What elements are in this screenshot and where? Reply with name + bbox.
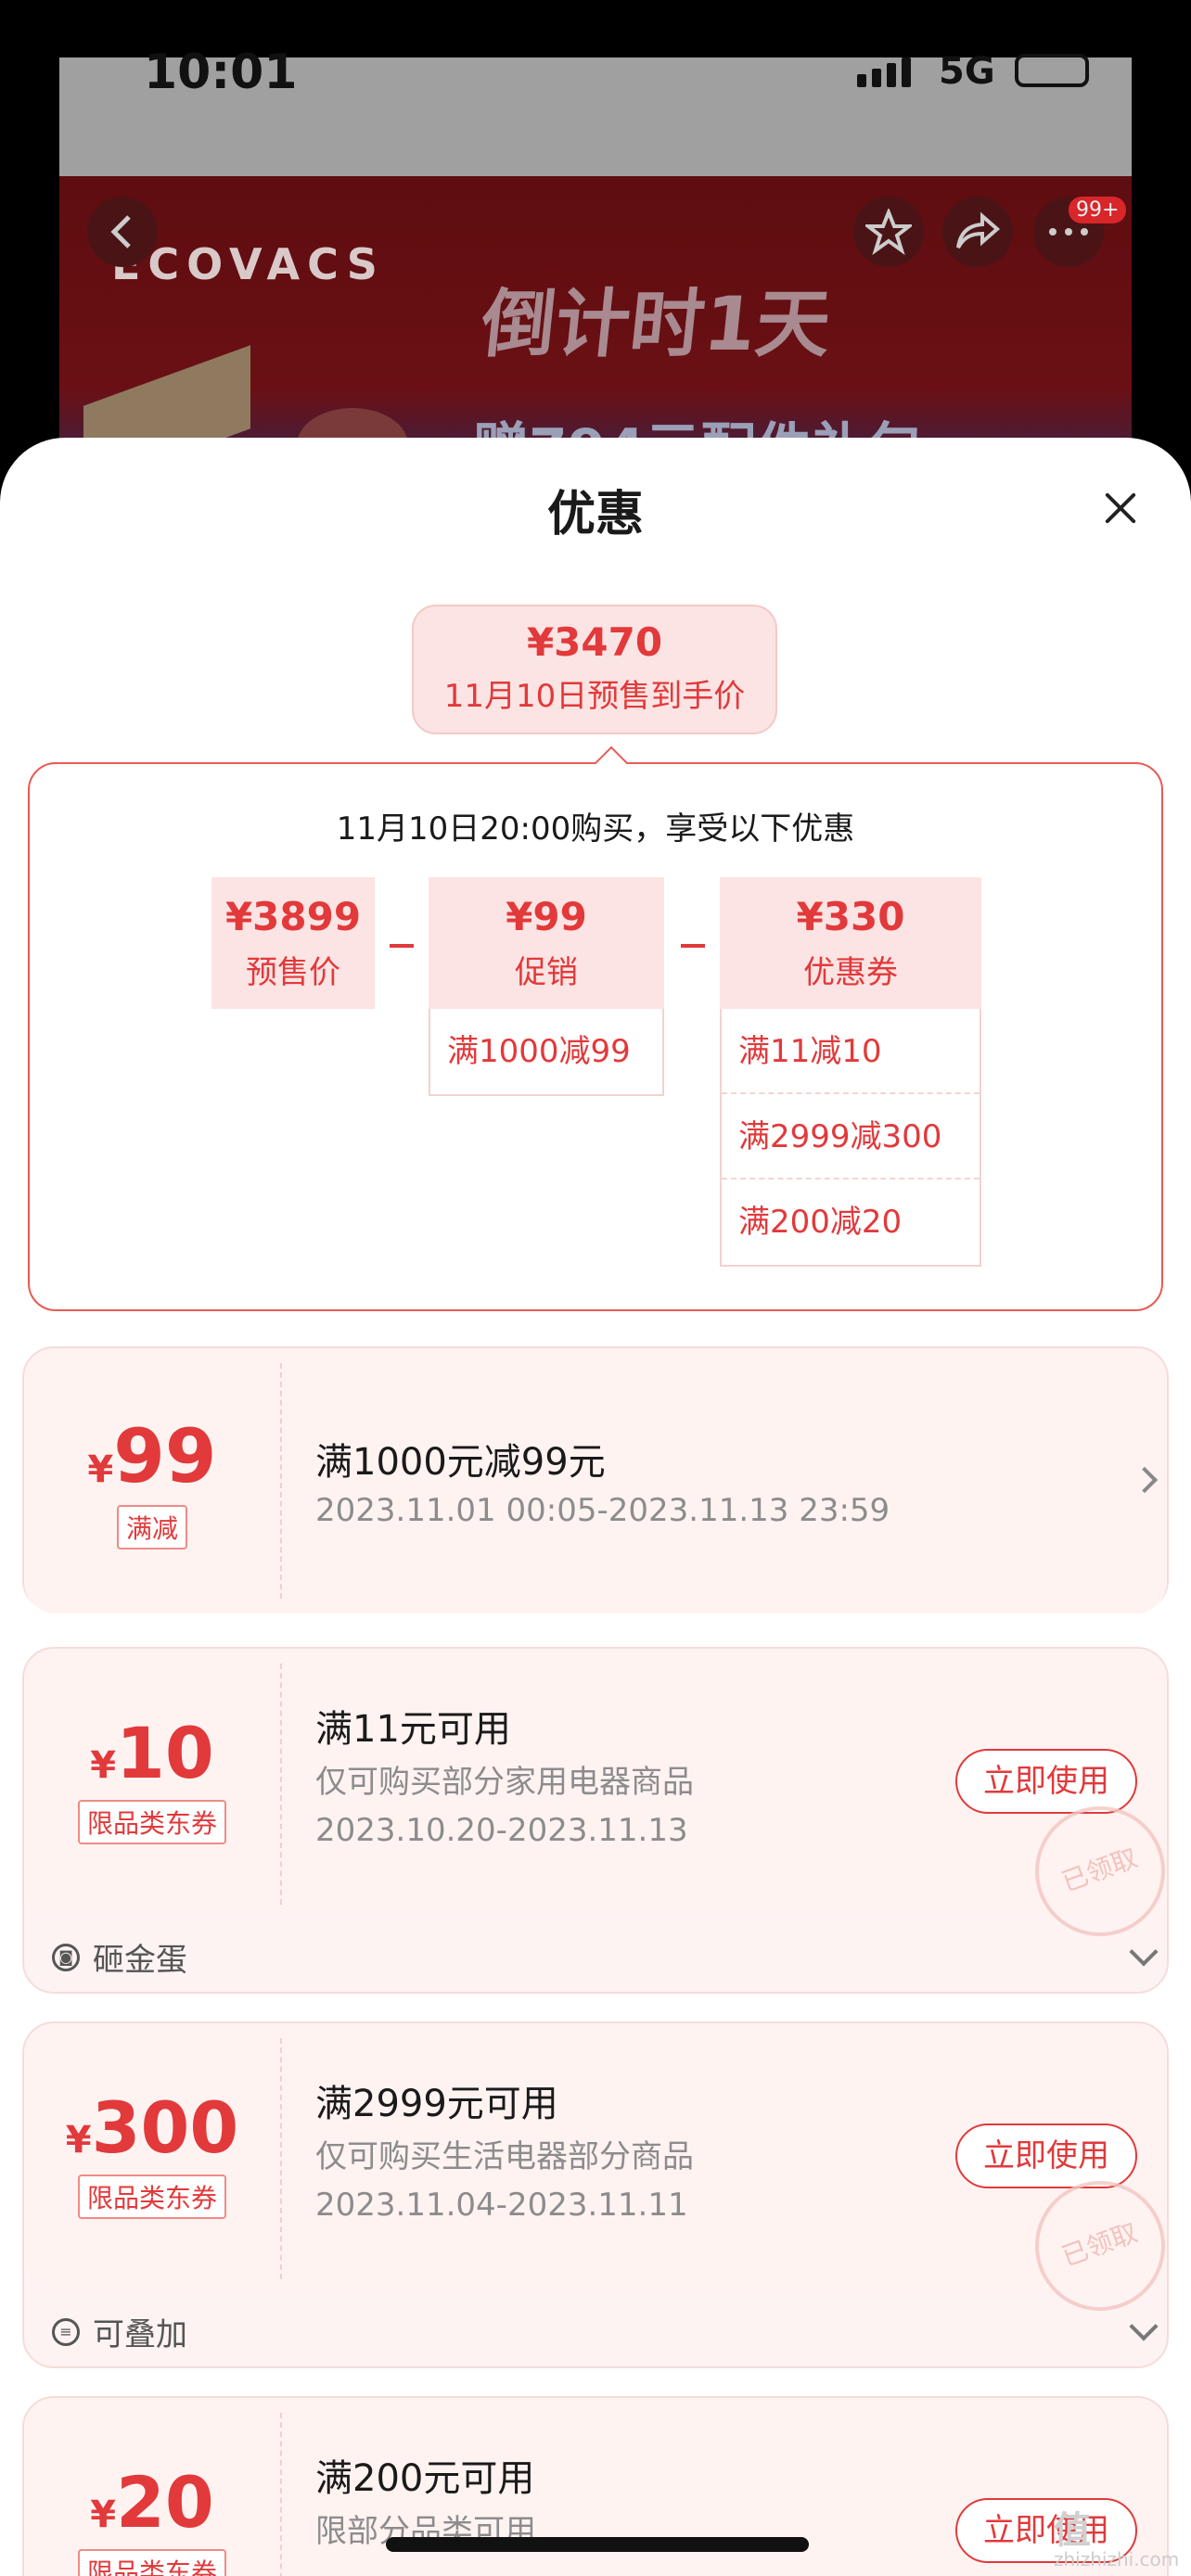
breakdown-headline: 11月10日20:00购买，享受以下优惠 [336,810,855,848]
back-button[interactable] [87,197,158,267]
coupon-detail: 满2999减300 [722,1094,980,1180]
coupon-amount: 20 [116,2461,214,2544]
coupon-footer-label: 可叠加 [93,2316,187,2353]
star-icon [865,209,912,255]
final-price: ¥3470 [526,619,663,665]
coupon-value: ¥10 限品类东券 [24,1712,280,1844]
promo-detail: 满1000减99 [447,1033,631,1070]
coupon-title: 满2999元可用 [315,2083,558,2125]
more-icon [1049,228,1088,236]
coupon-label: 优惠券 [803,954,898,991]
coupon-period: 2023.10.20-2023.11.13 [315,1812,688,1849]
coupon-tag: 限品类东券 [77,2549,226,2576]
presale-amount: ¥3899 [224,894,362,939]
card-divider [280,2413,282,2576]
currency-symbol: ¥ [65,2119,92,2162]
signal-icon [857,57,911,87]
stack-icon: ≡ [52,2317,80,2346]
card-divider [280,1664,282,1905]
share-button[interactable] [942,197,1013,267]
minus-sign [681,944,705,948]
coupon-cell: ¥330 优惠券 [720,877,981,1009]
battery-icon [1015,54,1089,87]
coupon-footer[interactable]: ≡ 可叠加 [52,2309,187,2354]
coupon-tag: 限品类东券 [77,1800,226,1844]
card-divider [280,2038,282,2279]
coupon-scope: 仅可购买部分家用电器商品 [315,1764,694,1801]
card-divider [280,1363,282,1599]
coupon-amount: 10 [116,1712,214,1794]
breakdown-notch [594,746,629,781]
currency-symbol: ¥ [90,1744,117,1787]
use-now-button[interactable]: 立即使用 [955,1749,1137,1814]
currency-symbol: ¥ [90,2493,117,2536]
presale-label: 预售价 [246,954,340,991]
network-label: 5G [939,50,995,93]
promo-card[interactable]: ¥99 满减 满1000元减99元 2023.11.01 00:05-2023.… [22,1346,1169,1613]
watermark-url: zhizhizhi.com [1054,2548,1180,2570]
home-indicator[interactable] [386,2537,809,2552]
final-price-label: 11月10日预售到手价 [443,678,746,715]
coupon-title: 满200元可用 [315,2457,535,2500]
promo-value: ¥99 满减 [24,1413,280,1549]
favorite-button[interactable] [853,197,924,267]
minus-sign [390,944,414,948]
share-icon [956,211,1001,249]
close-icon[interactable] [1102,490,1139,527]
currency-symbol: ¥ [87,1448,114,1491]
final-price-pill: ¥3470 11月10日预售到手价 [412,605,777,734]
discount-sheet: 优惠 ¥3470 11月10日预售到手价 11月10日20:00购买，享受以下优… [0,438,1191,2576]
coupon-footer[interactable]: ◙ 砸金蛋 [52,1934,187,1980]
presale-cell: ¥3899 预售价 [211,877,375,1009]
coupon-card: ¥10 限品类东券 满11元可用 仅可购买部分家用电器商品 2023.10.20… [22,1647,1184,1994]
screen: 10:01 5G ECOVACS 倒计时1天 赠794元配件礼包 99+ 优惠 … [0,0,1191,2576]
coupon-value: ¥300 限品类东券 [24,2086,280,2219]
status-time: 10:01 [144,45,298,100]
promo-detail-list: 满1000减99 [429,1009,664,1096]
promo-amount: ¥99 [506,894,587,939]
promo-label: 促销 [515,954,578,991]
use-now-button[interactable]: 立即使用 [955,2123,1137,2188]
cart-badge: 99+ [1069,197,1127,223]
coupon-amount: 300 [91,2086,239,2169]
promo-tag: 满减 [116,1505,187,1549]
banner-headline: 倒计时1天 [477,281,835,367]
coupon-period: 2023.11.04-2023.11.11 [315,2187,688,2224]
promo-amount: 99 [113,1413,217,1499]
coupon-value: ¥20 限品类东券 [24,2461,280,2576]
coupon-amount: ¥330 [796,894,905,939]
coupon-tag: 限品类东券 [77,2174,226,2219]
promo-cell: ¥99 促销 [429,877,664,1009]
coupon-footer-label: 砸金蛋 [93,1942,187,1979]
promo-title: 满1000元减99元 [315,1441,606,1484]
coupon-detail: 满200减20 [738,1204,903,1241]
sheet-title: 优惠 [546,487,644,542]
coupon-title: 满11元可用 [315,1708,511,1751]
coupon-detail-list: 满11减10 满2999减300 满200减20 [720,1009,981,1267]
coupon-detail: 满11减10 [722,1009,980,1094]
egg-icon: ◙ [52,1943,80,1971]
watermark-logo: 值 [1054,2509,1091,2552]
coupon-scope: 仅可购买生活电器部分商品 [315,2138,694,2175]
price-breakdown: 11月10日20:00购买，享受以下优惠 ¥3899 预售价 ¥99 促销 满1… [28,746,1163,1311]
back-icon [110,215,131,249]
promo-period: 2023.11.01 00:05-2023.11.13 23:59 [315,1492,890,1529]
chevron-down-icon[interactable] [1129,1937,1159,1967]
chevron-down-icon[interactable] [1129,2312,1159,2341]
coupon-card: ¥300 限品类东券 满2999元可用 仅可购买生活电器部分商品 2023.11… [22,2021,1184,2368]
